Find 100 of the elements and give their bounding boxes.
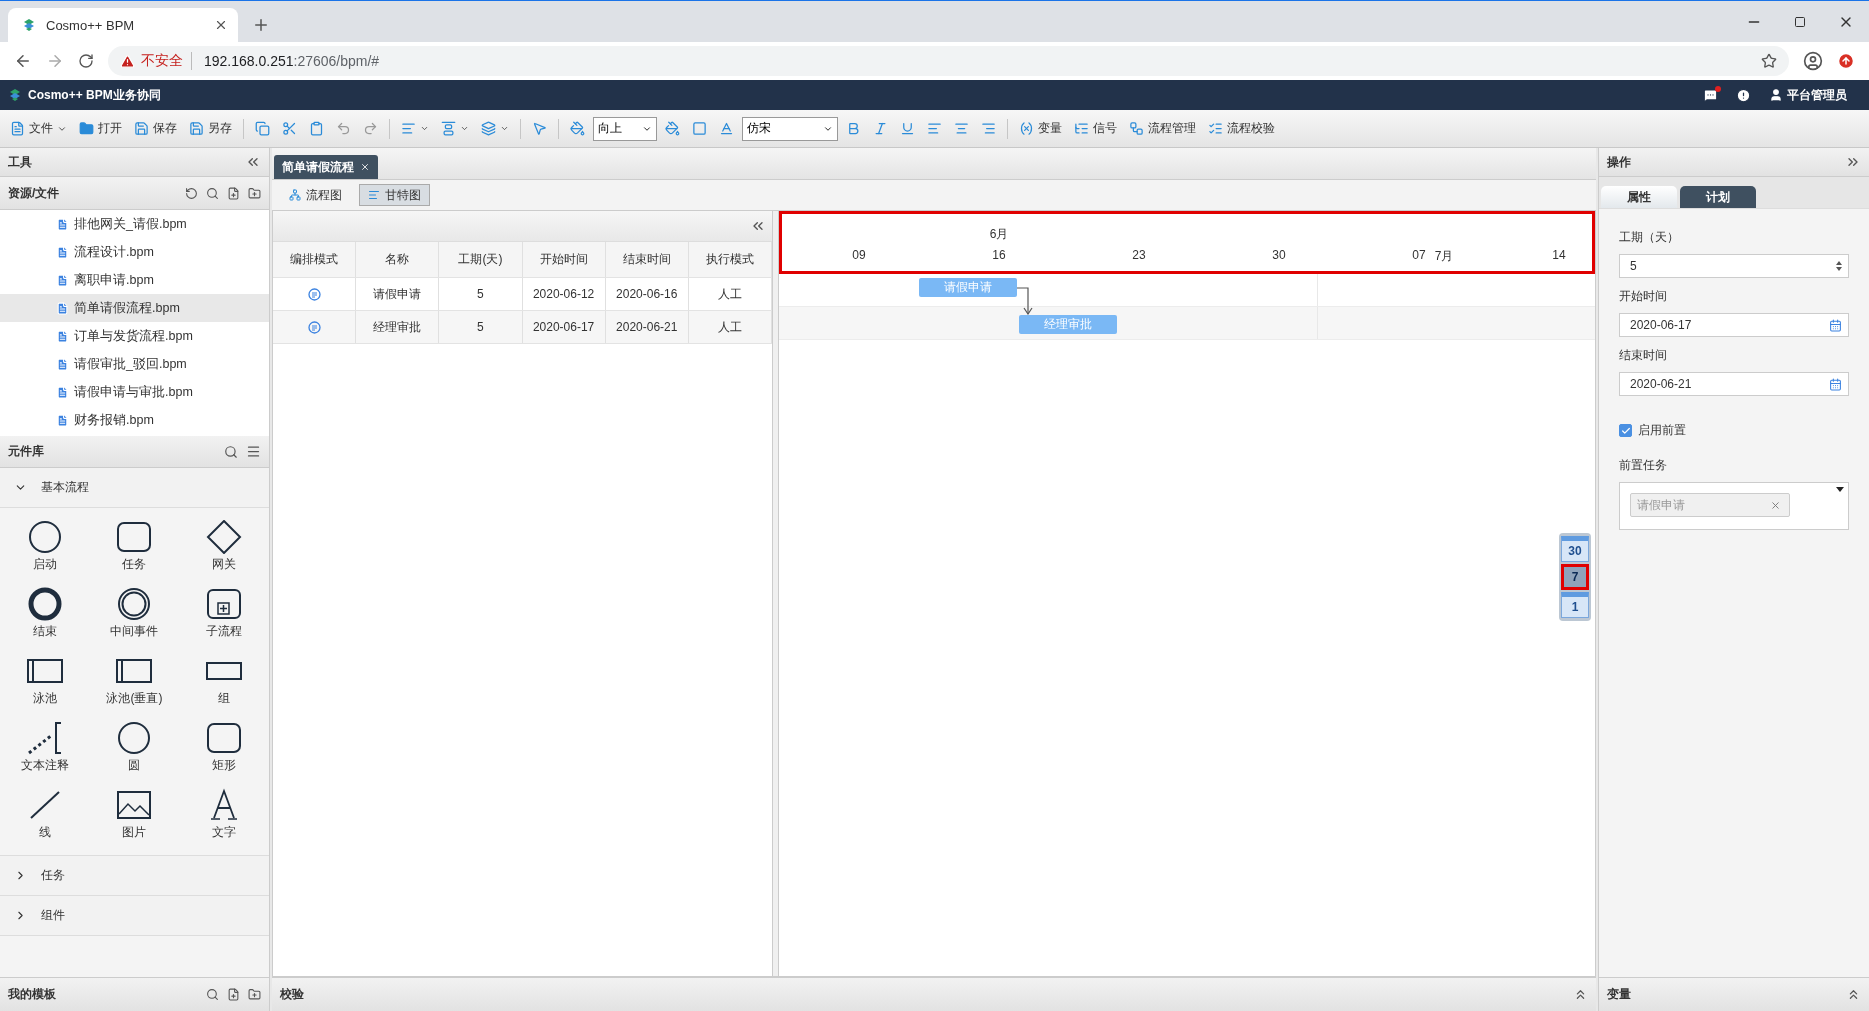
- app-title: Cosmo++ BPM业务协同: [28, 86, 161, 104]
- table-cell: 2020-06-17: [522, 311, 606, 343]
- close-icon[interactable]: [360, 162, 370, 172]
- field-label: 结束时间: [1619, 347, 1668, 364]
- date-field[interactable]: 2020-06-17: [1619, 313, 1849, 337]
- alert-icon[interactable]: [1736, 87, 1751, 103]
- panel-tab[interactable]: 属性: [1601, 186, 1677, 208]
- date-field[interactable]: 2020-06-21: [1619, 372, 1849, 396]
- circle-icon: [26, 520, 63, 554]
- component-item[interactable]: 中间事件: [89, 587, 180, 640]
- column-header: 工期(天): [439, 242, 523, 277]
- address-field[interactable]: 不安全 192.168.0.251:27606/bpm/#: [108, 46, 1789, 76]
- save-button[interactable]: 保存: [130, 118, 181, 139]
- new-tab-icon[interactable]: [252, 16, 270, 34]
- component-item[interactable]: 线: [0, 788, 90, 841]
- update-icon[interactable]: [1837, 52, 1855, 70]
- font-select[interactable]: 仿宋: [742, 116, 838, 141]
- close-icon[interactable]: [214, 18, 228, 32]
- table-cell: 人工: [688, 278, 773, 310]
- panel-title: 变量: [1607, 986, 1632, 1003]
- view-tab[interactable]: 流程图: [280, 184, 351, 206]
- file-icon: [56, 357, 69, 371]
- star-icon[interactable]: [1761, 53, 1777, 69]
- calendar-icon[interactable]: [1829, 377, 1842, 391]
- refresh-icon[interactable]: [185, 186, 198, 200]
- component-item[interactable]: 结束: [0, 587, 90, 640]
- table-cell: 5: [439, 278, 523, 310]
- component-item[interactable]: 泳池(垂直): [89, 654, 180, 707]
- panel-tab[interactable]: 计划: [1680, 186, 1756, 208]
- user-icon: [1769, 88, 1783, 102]
- browser-tab[interactable]: Cosmo++ BPM: [8, 8, 238, 42]
- file-icon: [56, 301, 69, 315]
- component-item[interactable]: 文本注释: [0, 721, 90, 774]
- search-icon[interactable]: [206, 988, 219, 1001]
- checkbox-label: 启用前置: [1638, 422, 1686, 439]
- month-label: 7月: [1434, 248, 1454, 265]
- message-icon[interactable]: [1703, 87, 1718, 103]
- process-manage-button[interactable]: 流程管理: [1125, 118, 1200, 139]
- table-cell: 2020-06-16: [605, 278, 689, 310]
- section-title: 元件库: [8, 443, 45, 460]
- file-icon: [56, 329, 69, 343]
- component-item[interactable]: 启动: [0, 520, 90, 573]
- checkbox[interactable]: [1619, 424, 1632, 437]
- logo-icon: [22, 18, 36, 32]
- list-icon: [1074, 121, 1089, 136]
- open-button[interactable]: 打开: [75, 118, 126, 139]
- save-as-button[interactable]: 另存: [185, 118, 236, 139]
- component-item[interactable]: 文字: [179, 788, 269, 841]
- component-item[interactable]: 任务: [89, 520, 180, 573]
- field-label: 前置任务: [1619, 457, 1668, 474]
- workflow-icon: [1129, 121, 1144, 136]
- caret-icon[interactable]: [1836, 487, 1844, 492]
- panel-title: 操作: [1607, 153, 1632, 171]
- variable-button[interactable]: 变量: [1015, 118, 1066, 139]
- component-item[interactable]: 图片: [89, 788, 180, 841]
- new-file-icon[interactable]: [227, 186, 240, 200]
- direction-select[interactable]: 向上: [593, 116, 657, 141]
- date-label: 14: [1552, 248, 1566, 262]
- component-item[interactable]: 组: [179, 654, 269, 707]
- new-folder-icon[interactable]: [248, 186, 261, 200]
- calendar-scale-button[interactable]: 7: [1561, 564, 1589, 590]
- file-icon: [56, 217, 69, 231]
- component-item[interactable]: 矩形: [179, 721, 269, 774]
- calendar-scale-button[interactable]: 1: [1561, 592, 1589, 618]
- component-item[interactable]: 网关: [179, 520, 269, 573]
- panel-title: 工具: [8, 153, 33, 171]
- gantt-icon: [368, 189, 380, 201]
- new-folder-icon[interactable]: [248, 988, 261, 1001]
- table-cell: 经理审批: [356, 311, 440, 343]
- component-item[interactable]: 泳池: [0, 654, 90, 707]
- back-icon[interactable]: [14, 52, 32, 70]
- component-item[interactable]: 子流程: [179, 587, 269, 640]
- document-tab[interactable]: 简单请假流程: [274, 155, 378, 179]
- component-item[interactable]: 圆: [89, 721, 180, 774]
- process-check-button[interactable]: 流程校验: [1204, 118, 1279, 139]
- security-warning: 不安全: [141, 52, 192, 70]
- spinner-icon[interactable]: [1836, 261, 1842, 271]
- reload-icon[interactable]: [78, 53, 94, 69]
- calendar-icon[interactable]: [1829, 318, 1842, 332]
- menu-icon[interactable]: [246, 444, 261, 459]
- search-icon[interactable]: [206, 186, 219, 200]
- account-icon[interactable]: [1803, 51, 1823, 71]
- date-label: 07: [1412, 248, 1426, 262]
- table-cell: 5: [439, 311, 523, 343]
- user-menu[interactable]: 平台管理员: [1769, 86, 1847, 104]
- close-icon[interactable]: [1770, 499, 1781, 511]
- forward-icon[interactable]: [46, 52, 64, 70]
- new-file-icon[interactable]: [227, 988, 240, 1001]
- signal-button[interactable]: 信号: [1070, 118, 1121, 139]
- variable-icon: [1019, 121, 1034, 136]
- view-tab[interactable]: 甘特图: [359, 184, 430, 206]
- file-item[interactable]: 简单请假流程.bpm: [0, 294, 269, 322]
- field-label: 开始时间: [1619, 288, 1668, 305]
- annotation-icon: [26, 721, 63, 755]
- column-header: 开始时间: [522, 242, 606, 277]
- file-menu[interactable]: 文件: [6, 118, 71, 139]
- number-field[interactable]: 5: [1619, 254, 1849, 278]
- search-icon[interactable]: [224, 444, 238, 459]
- save-icon: [189, 121, 204, 136]
- calendar-scale-button[interactable]: 30: [1561, 536, 1589, 562]
